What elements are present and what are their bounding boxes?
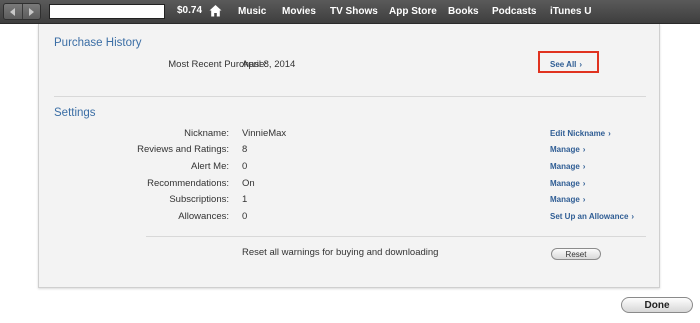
chevron-right-icon: › xyxy=(631,212,635,221)
see-all-link[interactable]: See All › xyxy=(550,60,582,69)
nickname-value: VinnieMax xyxy=(242,128,287,139)
manage-alerts-label: Manage xyxy=(550,162,580,171)
subscriptions-label: Subscriptions: xyxy=(169,194,229,205)
purchase-history-title: Purchase History xyxy=(54,37,142,49)
nav-tv-shows[interactable]: TV Shows xyxy=(330,6,378,17)
nickname-label: Nickname: xyxy=(184,128,229,139)
manage-subscriptions-link[interactable]: Manage › xyxy=(550,195,585,204)
nav-itunes-u[interactable]: iTunes U xyxy=(550,6,591,17)
chevron-right-icon: › xyxy=(582,162,586,171)
allowances-value: 0 xyxy=(242,211,248,222)
home-icon[interactable] xyxy=(209,4,222,18)
reset-button[interactable]: Reset xyxy=(551,248,601,260)
manage-recommendations-label: Manage xyxy=(550,179,580,188)
manage-recommendations-link[interactable]: Manage › xyxy=(550,179,585,188)
subscriptions-value: 1 xyxy=(242,194,248,205)
chevron-right-icon: › xyxy=(582,195,586,204)
nav-app-store[interactable]: App Store xyxy=(389,6,437,17)
recommendations-value: On xyxy=(242,178,255,189)
chevron-right-icon: › xyxy=(582,179,586,188)
settings-title: Settings xyxy=(54,107,96,119)
forward-arrow-icon xyxy=(28,7,34,16)
most-recent-purchase-value: April 8, 2014 xyxy=(242,59,296,70)
account-panel: Purchase History Most Recent Purchase: A… xyxy=(38,24,660,288)
nav-music[interactable]: Music xyxy=(238,6,266,17)
allowances-label: Allowances: xyxy=(178,211,229,222)
section-divider xyxy=(54,96,646,97)
recommendations-label: Recommendations: xyxy=(147,178,229,189)
back-arrow-icon xyxy=(10,7,16,16)
done-button[interactable]: Done xyxy=(621,297,693,313)
reset-divider xyxy=(146,236,646,237)
chevron-right-icon: › xyxy=(582,145,586,154)
toolbar: $0.74 Music Movies TV Shows App Store Bo… xyxy=(0,0,700,24)
edit-nickname-link[interactable]: Edit Nickname › xyxy=(550,129,611,138)
reset-warnings-text: Reset all warnings for buying and downlo… xyxy=(242,247,439,258)
nav-books[interactable]: Books xyxy=(448,6,479,17)
manage-subscriptions-label: Manage xyxy=(550,195,580,204)
reviews-ratings-label: Reviews and Ratings: xyxy=(137,144,229,155)
nav-podcasts[interactable]: Podcasts xyxy=(492,6,536,17)
alert-me-label: Alert Me: xyxy=(190,161,229,172)
account-name-field[interactable] xyxy=(49,4,165,19)
chevron-right-icon: › xyxy=(608,129,611,138)
edit-nickname-label: Edit Nickname xyxy=(550,129,606,138)
manage-reviews-link[interactable]: Manage › xyxy=(550,145,585,154)
history-nav-buttons xyxy=(3,3,41,20)
forward-button[interactable] xyxy=(21,4,41,19)
chevron-right-icon: › xyxy=(579,60,583,69)
see-all-label: See All xyxy=(550,60,577,69)
account-balance: $0.74 xyxy=(177,5,203,16)
back-button[interactable] xyxy=(4,4,22,19)
set-up-allowance-label: Set Up an Allowance xyxy=(550,212,629,221)
manage-alerts-link[interactable]: Manage › xyxy=(550,162,585,171)
reviews-ratings-value: 8 xyxy=(242,144,248,155)
manage-reviews-label: Manage xyxy=(550,145,580,154)
alert-me-value: 0 xyxy=(242,161,248,172)
set-up-allowance-link[interactable]: Set Up an Allowance › xyxy=(550,212,634,221)
nav-movies[interactable]: Movies xyxy=(282,6,316,17)
